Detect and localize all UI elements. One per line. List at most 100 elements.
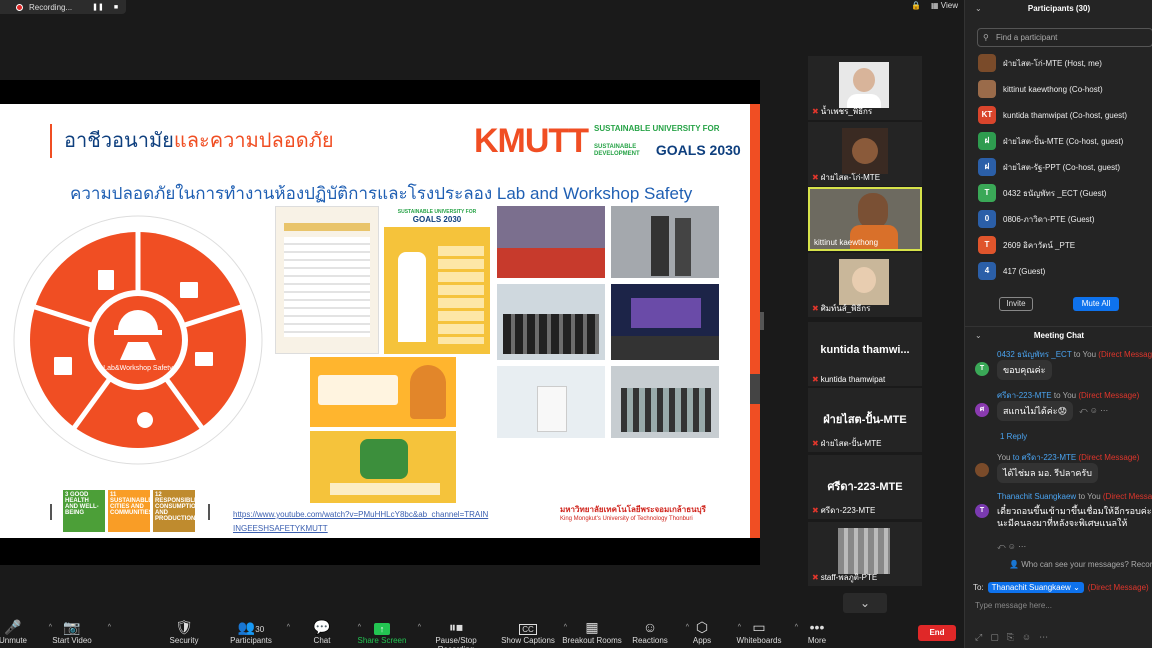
to-label: To:	[973, 583, 984, 592]
more-icon[interactable]: ⋯	[1039, 632, 1048, 643]
invite-button[interactable]: Invite	[999, 297, 1033, 311]
pause-recording-icon[interactable]: ❚❚	[92, 3, 104, 11]
view-label: View	[940, 1, 958, 10]
split-view-handle[interactable]	[760, 312, 764, 330]
participant-search-input[interactable]: ⚲ Find a participant	[977, 28, 1152, 47]
participants-header: ⌄ Participants (30)	[965, 0, 1152, 18]
toolbar-label: Share Screen	[357, 636, 407, 645]
who-can-see-label: Who can see your messages? Recording	[1021, 560, 1152, 569]
screenshot-icon[interactable]: ⎘	[1007, 632, 1014, 643]
participant-name: kittinut kaewthong (Co-host)	[1003, 84, 1103, 94]
avatar: KT	[978, 106, 996, 124]
mic-muted-icon: ✖	[812, 573, 819, 582]
group-photo	[497, 284, 605, 360]
video-tile-active-speaker[interactable]: kittinut kaewthong	[808, 187, 922, 251]
participant-row[interactable]: T 0432 ธนัญพัทร _ECT (Guest)	[965, 180, 1152, 206]
collapse-chevron-icon[interactable]: ⌄	[975, 327, 982, 345]
tile-big-name: ศรีดา-223-MTE	[827, 481, 903, 493]
emoji-icon[interactable]: ☺	[1022, 632, 1031, 643]
participant-row[interactable]: KT kuntida thamwipat (Co-host, guest)	[965, 102, 1152, 128]
recording-indicator[interactable]: Recording... ❚❚ ■	[0, 0, 126, 14]
share-screen-button[interactable]: ↑ Share Screen ^	[347, 618, 421, 645]
participants-title: Participants (30)	[1027, 4, 1091, 13]
more-button[interactable]: ••• More	[782, 618, 852, 645]
chat-header: ⌄ Meeting Chat	[965, 326, 1152, 344]
shield-status-icon[interactable]: 🔒	[911, 1, 921, 10]
end-meeting-button[interactable]: End	[918, 625, 956, 641]
goals-2030-logo: SUSTAINABLE DEVELOPMENT GOALS 2030	[594, 142, 741, 158]
message-reactions-icon[interactable]: ⤺ ☺ ⋯	[1079, 406, 1108, 416]
video-tile[interactable]: ฝ่ายไสต-ปั้น-MTE ✖ ฝ่ายไสต-ปั้น-MTE	[808, 388, 922, 452]
view-button[interactable]: ▦ View	[931, 1, 958, 10]
chat-tools: ⤢ ▢ ⎘ ☺ ⋯	[975, 632, 1048, 643]
message-text: เดี๋ยวถอนขึ้นเข้ามาขึ้นเชื่อมให้อีกรอบค่…	[997, 505, 1152, 529]
participants-button[interactable]: 👥30 Participants ^	[216, 618, 290, 645]
slide-edge-accent	[750, 104, 760, 538]
slide-title-part1: อาชีวอนามัย	[64, 130, 174, 152]
slide-title-part2: และความปลอดภัย	[173, 130, 334, 152]
tile-name: ✖ staff-พลภูติ-PTE	[812, 571, 877, 584]
recipient-dropdown[interactable]: Thanachit Suangkaew ⌄	[987, 582, 1084, 593]
video-tile[interactable]: ✖ น้ำเพชร_พิธีกร	[808, 56, 922, 120]
participant-row[interactable]: 0 0806-ภาวิดา-PTE (Guest)	[965, 206, 1152, 232]
message-text: ขอบคุณค่ะ	[997, 360, 1052, 380]
toolbar-label: Participants	[230, 636, 272, 645]
participant-photo	[838, 528, 890, 574]
tile-name-label: kittinut kaewthong	[814, 238, 879, 247]
university-name: มหาวิทยาลัยเทคโนโลยีพระจอมเกล้าธนบุรี Kin…	[560, 503, 706, 522]
start-video-button[interactable]: 📷 Start Video ^	[37, 618, 111, 645]
avatar	[975, 463, 989, 477]
poster2-goals: GOALS 2030	[412, 215, 462, 224]
search-icon: ⚲	[983, 33, 989, 42]
video-tile[interactable]: ศรีดา-223-MTE ✖ ศรีดา-223-MTE	[808, 455, 922, 519]
avatar	[978, 54, 996, 72]
toolbar-label: Security	[169, 636, 199, 645]
participant-row[interactable]: 4 417 (Guest)	[965, 258, 1152, 284]
top-bar: Recording... ❚❚ ■ 🔒 ▦ View	[0, 0, 964, 14]
format-icon[interactable]: ⤢	[975, 632, 982, 643]
recipient: to You	[1053, 391, 1077, 400]
mic-muted-icon: ✖	[812, 506, 819, 515]
shield-icon: 🛡	[175, 619, 193, 635]
presentation-slide: อาชีวอนามัยและความปลอดภัย KMUTT SUSTAINA…	[0, 104, 750, 538]
video-off-icon: 📷	[63, 619, 81, 635]
recipient: to You	[1073, 350, 1097, 359]
stop-recording-icon[interactable]: ■	[114, 4, 118, 11]
tile-big-name: ฝ่ายไสต-ปั้น-MTE	[823, 414, 907, 426]
show-captions-button[interactable]: CC Show Captions ^	[493, 618, 567, 645]
search-placeholder: Find a participant	[996, 33, 1058, 42]
participant-list: ฝ่ายไสต-โก่-MTE (Host, me) kittinut kaew…	[965, 50, 1152, 284]
toolbar-label: Show Captions	[501, 636, 555, 645]
message-reactions-icon[interactable]: ⤺ ☺ ⋯	[997, 542, 1026, 552]
top-right-controls: 🔒 ▦ View	[911, 1, 958, 10]
participant-row[interactable]: ฝ ฝ่ายไสต-ปั้น-MTE (Co-host, guest)	[965, 128, 1152, 154]
who-can-see-link[interactable]: 👤 Who can see your messages? Recording	[1009, 560, 1152, 569]
mute-all-button[interactable]: Mute All	[1073, 297, 1119, 311]
security-button[interactable]: 🛡 Security	[149, 618, 219, 645]
participant-photo	[839, 62, 889, 108]
gallery-scroll-down-icon[interactable]: ⌄	[843, 593, 887, 613]
video-tile[interactable]: kuntida thamwi... ✖ kuntida thamwipat	[808, 322, 922, 386]
participant-row[interactable]: ฝ ฝ่ายไสต-รัฐ-PPT (Co-host, guest)	[965, 154, 1152, 180]
chat-input[interactable]: Type message here...	[975, 601, 1052, 610]
video-tile[interactable]: ✖ staff-พลภูติ-PTE	[808, 522, 922, 586]
captions-icon: CC	[493, 618, 563, 636]
video-tile[interactable]: ✖ ฝ่ายไสต-โก่-MTE	[808, 122, 922, 186]
participant-row[interactable]: ฝ่ายไสต-โก่-MTE (Host, me)	[965, 50, 1152, 76]
pause-stop-recording-button[interactable]: ⏸⏹Pause/Stop Recording	[416, 618, 496, 648]
toolbar-label: More	[807, 636, 827, 645]
tile-name-label: kuntida thamwipat	[820, 375, 886, 384]
file-icon[interactable]: ▢	[990, 632, 999, 643]
participant-name: ฝ่ายไสต-รัฐ-PPT (Co-host, guest)	[1003, 162, 1120, 172]
url-line1: https://www.youtube.com/watch?v=PMuHHLcY…	[233, 510, 489, 519]
youtube-link[interactable]: https://www.youtube.com/watch?v=PMuHHLcY…	[233, 508, 523, 536]
workshop-safety-banner	[310, 431, 456, 503]
recording-dot-icon	[16, 3, 23, 11]
video-tile[interactable]: ✖ ศิมท์นส์_พิธีกร	[808, 253, 922, 317]
chevron-up-icon[interactable]: ^	[108, 624, 111, 631]
shared-screen: อาชีวอนามัยและความปลอดภัย KMUTT SUSTAINA…	[0, 80, 760, 565]
collapse-chevron-icon[interactable]: ⌄	[975, 0, 982, 18]
participant-row[interactable]: kittinut kaewthong (Co-host)	[965, 76, 1152, 102]
reply-link[interactable]: 1 Reply	[1000, 432, 1027, 441]
participant-row[interactable]: T 2609 อิคาวัตน์ _PTE	[965, 232, 1152, 258]
